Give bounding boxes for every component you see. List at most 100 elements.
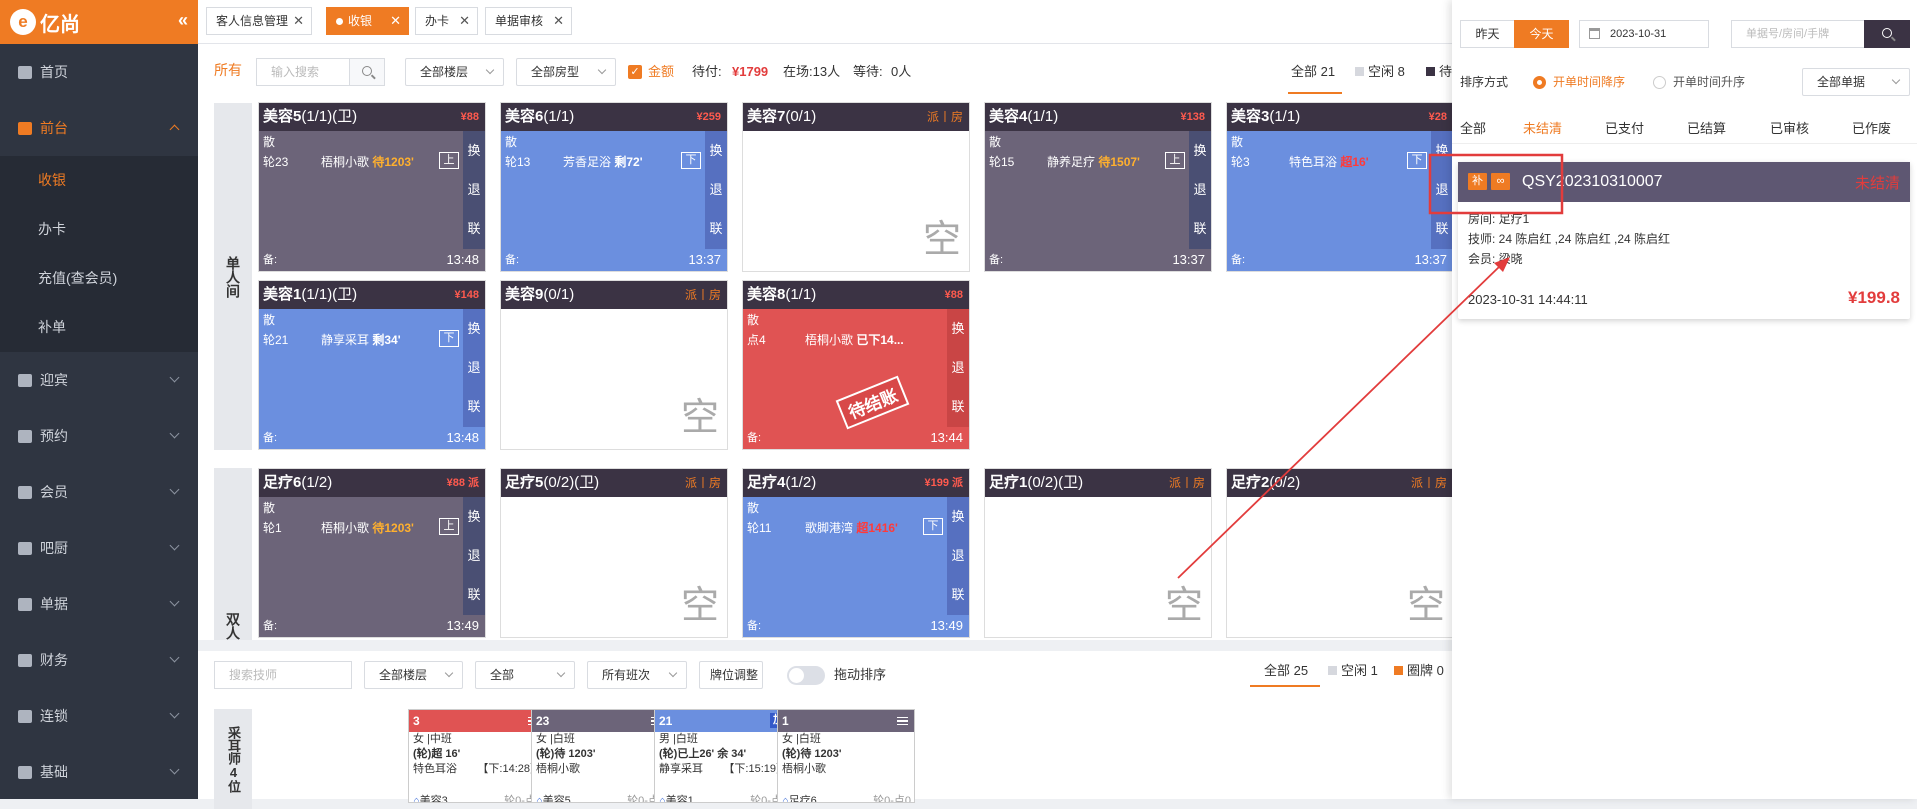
tech-idle-count[interactable]: 空闲 1: [1341, 661, 1378, 681]
swap-action[interactable]: 换: [947, 309, 969, 348]
order-search-input[interactable]: 单据号/房间/手牌: [1731, 20, 1865, 48]
nav-bar[interactable]: 吧厨: [0, 520, 198, 576]
tab-paid[interactable]: 已支付: [1605, 118, 1644, 137]
doc-type-select[interactable]: 全部单据: [1802, 68, 1910, 96]
sort-asc-radio[interactable]: [1653, 76, 1666, 89]
link-action[interactable]: 联: [947, 575, 969, 614]
room-card[interactable]: 美容3(1/1) ¥28 散轮3 特色耳浴 超16' 下换退联备: 13:37: [1226, 102, 1452, 272]
technician-card[interactable]: 3 女 |中班 (轮)超 16' 特色耳浴 【下:14:28】 ⌂美容3 轮0-点0: [408, 709, 546, 803]
collapse-sidebar-icon[interactable]: «: [178, 10, 188, 31]
room-card[interactable]: 美容8(1/1) ¥88 散点4 梧桐小歌 已下14... 换退联待结账 备: 13:44: [742, 280, 970, 450]
floor-select[interactable]: 全部楼层: [405, 58, 504, 86]
room-card[interactable]: 足疗1(0/2)(卫) 派丨房空: [984, 468, 1212, 638]
room-card[interactable]: 足疗5(0/2)(卫) 派丨房空: [500, 468, 728, 638]
technician-card[interactable]: 23 女 |白班 (轮)待 1203' 梧桐小歌 ⌂美容5 轮0-点0: [531, 709, 669, 803]
sub-cashier[interactable]: 收银: [0, 156, 198, 205]
right-idle-count[interactable]: 空闲 8: [1368, 62, 1405, 82]
right-all-count[interactable]: 全部 21: [1291, 62, 1335, 82]
tab-voided[interactable]: 已作废: [1852, 118, 1891, 137]
nav-base[interactable]: 基础: [0, 744, 198, 800]
link-action[interactable]: 联: [947, 387, 969, 426]
updown-badge[interactable]: 上: [439, 152, 459, 169]
refund-action[interactable]: 退: [947, 536, 969, 575]
refund-action[interactable]: 退: [1431, 170, 1452, 209]
room-card[interactable]: 美容5(1/1)(卫) ¥88 散轮23 梧桐小歌 待1203' 上换退联备: 13:48: [258, 102, 486, 272]
nav-member[interactable]: 会员: [0, 464, 198, 520]
room-card[interactable]: 足疗2(0/2) 派丨房空: [1226, 468, 1452, 638]
swap-action[interactable]: 换: [705, 131, 727, 170]
close-icon[interactable]: ✕: [553, 8, 564, 34]
amount-checkbox[interactable]: ✓: [628, 65, 642, 79]
room-card[interactable]: 美容4(1/1) ¥138 散轮15 静养足疗 待1507' 上换退联备: 13:37: [984, 102, 1212, 272]
refund-action[interactable]: 退: [463, 348, 485, 387]
link-action[interactable]: 联: [463, 387, 485, 426]
updown-badge[interactable]: 上: [439, 518, 459, 535]
refund-action[interactable]: 退: [705, 170, 727, 209]
drag-sort-toggle[interactable]: [787, 666, 825, 685]
tab-audited[interactable]: 已审核: [1770, 118, 1809, 137]
tab-all-orders[interactable]: 全部: [1460, 118, 1486, 137]
yesterday-button[interactable]: 昨天: [1460, 20, 1515, 48]
tech-all-count[interactable]: 全部 25: [1264, 661, 1308, 681]
close-icon[interactable]: ✕: [390, 8, 401, 34]
room-card[interactable]: 美容9(0/1) 派丨房空: [500, 280, 728, 450]
swap-action[interactable]: 换: [463, 131, 485, 170]
tab-bill-audit[interactable]: 单据审核 ✕: [485, 7, 572, 35]
order-card[interactable]: 补 ∞ QSY202310310007 未结清 房间: 足疗1 技师: 24 陈…: [1458, 162, 1910, 319]
tech-all-select[interactable]: 全部: [475, 661, 575, 689]
swap-action[interactable]: 换: [1431, 131, 1452, 170]
updown-badge[interactable]: 下: [1407, 152, 1427, 169]
technician-search-input[interactable]: 搜索技师: [214, 661, 352, 689]
room-search-input[interactable]: 输入搜索: [256, 58, 350, 86]
sub-supplement[interactable]: 补单: [0, 303, 198, 352]
link-action[interactable]: 联: [1189, 209, 1211, 248]
tab-card[interactable]: 办卡 ✕: [415, 7, 478, 35]
nav-reserve[interactable]: 预约: [0, 408, 198, 464]
today-button[interactable]: 今天: [1514, 20, 1569, 48]
position-adjust-button[interactable]: 牌位调整: [699, 661, 763, 689]
updown-badge[interactable]: 上: [1165, 152, 1185, 169]
room-card[interactable]: 美容7(0/1) 派丨房空: [742, 102, 970, 272]
nav-chain[interactable]: 连锁: [0, 688, 198, 744]
refund-action[interactable]: 退: [463, 536, 485, 575]
date-picker[interactable]: 2023-10-31: [1579, 20, 1709, 48]
link-action[interactable]: 联: [1431, 209, 1452, 248]
room-card[interactable]: 美容6(1/1) ¥259 散轮13 芳香足浴 剩72' 下换退联备: 13:37: [500, 102, 728, 272]
updown-badge[interactable]: 下: [681, 152, 701, 169]
roomtype-select[interactable]: 全部房型: [516, 58, 616, 86]
tab-unsettled[interactable]: 未结清: [1523, 118, 1562, 137]
link-action[interactable]: 联: [705, 209, 727, 248]
nav-bills[interactable]: 单据: [0, 576, 198, 632]
swap-action[interactable]: 换: [463, 309, 485, 348]
technician-card[interactable]: 1 女 |白班 (轮)待 1203' 梧桐小歌 ⌂足疗6 轮0-点0: [777, 709, 915, 803]
order-search-button[interactable]: [1864, 20, 1910, 48]
room-card[interactable]: 美容1(1/1)(卫) ¥148 散轮21 静享采耳 剩34' 下换退联备: 13:48: [258, 280, 486, 450]
sort-desc-label[interactable]: 开单时间降序: [1553, 72, 1625, 92]
link-action[interactable]: 联: [463, 209, 485, 248]
technician-card[interactable]: 21加男 |白班 (轮)已上26' 余 34' 静享采耳【下:15:19】 ⌂美容1轮…: [654, 709, 792, 803]
tech-circle-count[interactable]: 圈牌 0: [1407, 661, 1444, 681]
sort-asc-label[interactable]: 开单时间升序: [1673, 72, 1745, 92]
sub-card[interactable]: 办卡: [0, 205, 198, 254]
nav-finance[interactable]: 财务: [0, 632, 198, 688]
tab-settled[interactable]: 已结算: [1687, 118, 1726, 137]
sort-desc-radio[interactable]: [1533, 76, 1546, 89]
refund-action[interactable]: 退: [947, 348, 969, 387]
refund-action[interactable]: 退: [463, 170, 485, 209]
shift-select[interactable]: 所有班次: [587, 661, 687, 689]
tech-floor-select[interactable]: 全部楼层: [364, 661, 463, 689]
search-button[interactable]: [349, 58, 385, 86]
link-action[interactable]: 联: [463, 575, 485, 614]
refund-action[interactable]: 退: [1189, 170, 1211, 209]
swap-action[interactable]: 换: [1189, 131, 1211, 170]
menu-icon[interactable]: [897, 717, 908, 725]
nav-front[interactable]: 前台: [0, 100, 198, 156]
tab-cashier[interactable]: 收银 ✕: [326, 7, 409, 35]
swap-action[interactable]: 换: [947, 497, 969, 536]
close-icon[interactable]: ✕: [293, 8, 304, 34]
updown-badge[interactable]: 下: [439, 330, 459, 347]
close-icon[interactable]: ✕: [459, 8, 470, 34]
tab-guest-info[interactable]: 客人信息管理 ✕: [206, 7, 312, 35]
updown-badge[interactable]: 下: [923, 518, 943, 535]
room-card[interactable]: 足疗4(1/2) ¥199 派散轮11 歌脚港湾 超1416' 下换退联备: 13:49: [742, 468, 970, 638]
